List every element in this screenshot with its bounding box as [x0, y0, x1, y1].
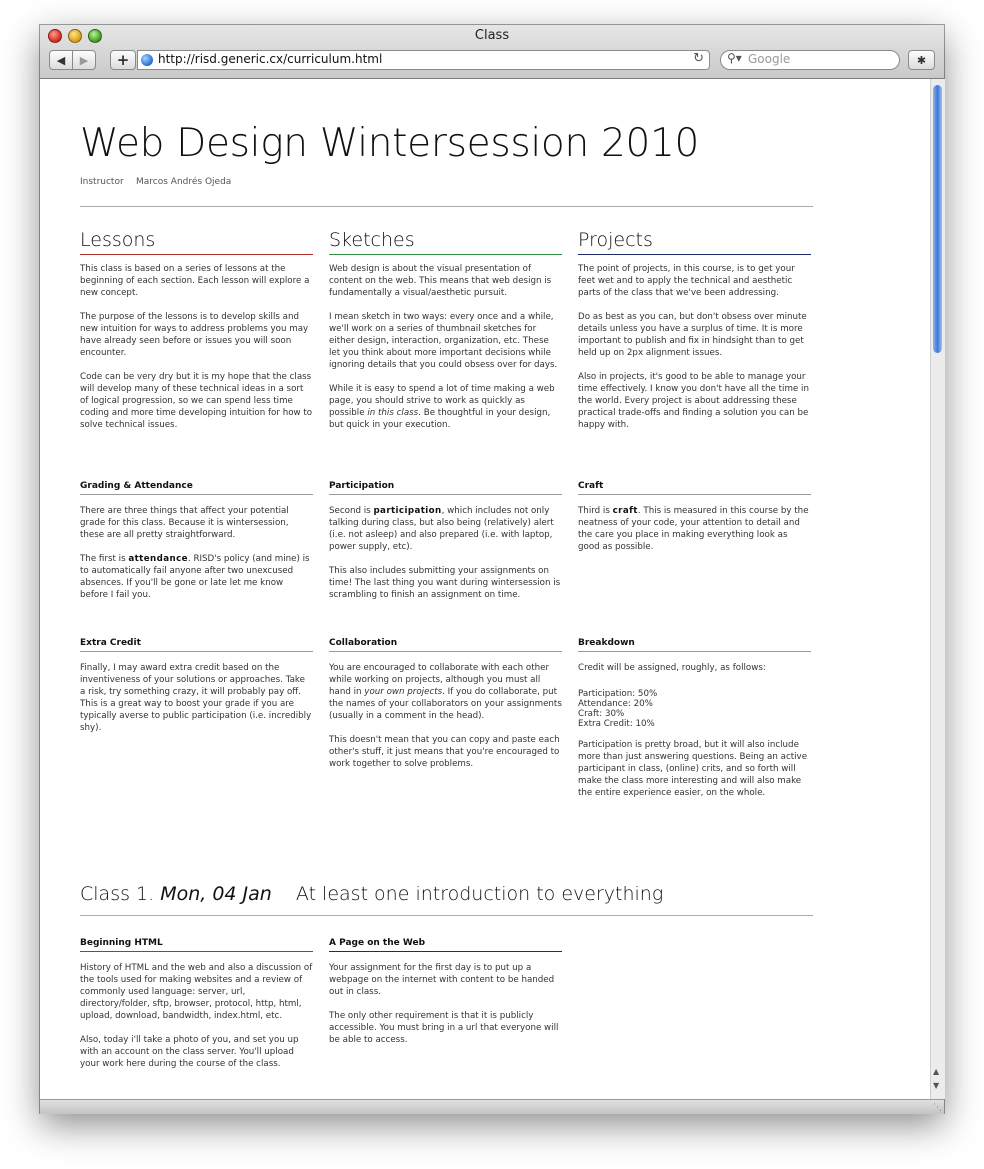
lessons-heading: Lessons [80, 229, 313, 255]
sketches-emphasis: in this class [367, 408, 419, 418]
craft-strong: craft [612, 506, 638, 516]
class-number: Class 1. [80, 883, 155, 905]
class-1-heading: Class 1. Mon, 04 Jan At least one introd… [80, 883, 663, 905]
participation-section: Participation Second is participation, w… [329, 481, 562, 613]
sketches-paragraph: While it is easy to spend a lot of time … [329, 383, 562, 431]
collaboration-section: Collaboration You are encouraged to coll… [329, 638, 562, 782]
projects-section: Projects The point of projects, in this … [578, 229, 811, 443]
beginning-html-heading: Beginning HTML [80, 938, 313, 952]
grading-strong: attendance [128, 554, 188, 564]
projects-heading: Projects [578, 229, 811, 255]
page-title: Web Design Wintersession 2010 [80, 121, 700, 166]
collaboration-heading: Collaboration [329, 638, 562, 652]
craft-text: Third is [578, 506, 613, 516]
forward-arrow-icon: ▶ [79, 54, 89, 67]
beginning-html-paragraph: Also, today i'll take a photo of you, an… [80, 1035, 299, 1069]
scroll-down-arrow-icon[interactable]: ▼ [933, 1081, 939, 1090]
search-icon: ⚲▾ [727, 51, 742, 65]
grading-heading: Grading & Attendance [80, 481, 313, 495]
class-date: Mon, 04 Jan [160, 883, 272, 905]
participation-heading: Participation [329, 481, 562, 495]
scrollbar-thumb[interactable] [933, 85, 942, 353]
instructor-name: Marcos Andrés Ojeda [136, 177, 232, 187]
page-viewport: Web Design Wintersession 2010 Instructor… [40, 79, 930, 1099]
extra-credit-paragraph: Finally, I may award extra credit based … [80, 663, 312, 733]
address-bar[interactable]: http://risd.generic.cx/curriculum.html ↻ [137, 50, 710, 70]
collaboration-emphasis: your own projects [364, 687, 443, 697]
window-title: Class [474, 28, 510, 43]
craft-paragraph: Third is craft. This is measured in this… [578, 505, 811, 553]
instructor-label: Instructor [80, 177, 124, 187]
back-arrow-icon: ◀ [56, 54, 66, 67]
page-on-web-section: A Page on the Web Your assignment for th… [329, 938, 562, 1058]
back-button[interactable]: ◀ [49, 50, 73, 70]
scroll-up-arrow-icon[interactable]: ▲ [933, 1067, 939, 1076]
grading-section: Grading & Attendance There are three thi… [80, 481, 313, 613]
craft-heading: Craft [578, 481, 811, 495]
craft-section: Craft Third is craft. This is measured i… [578, 481, 811, 565]
projects-paragraph: Do as best as you can, but don't obsess … [578, 312, 807, 358]
breakdown-paragraph: Participation is pretty broad, but it wi… [578, 740, 808, 798]
add-bookmark-button[interactable]: + [110, 50, 136, 70]
extra-credit-section: Extra Credit Finally, I may award extra … [80, 638, 313, 746]
breakdown-item: Attendance: 20% [578, 699, 653, 709]
grading-paragraph: There are three things that affect your … [80, 506, 289, 540]
sketches-section: Sketches Web design is about the visual … [329, 229, 562, 443]
resize-grip-icon[interactable]: ⋱ [933, 1103, 942, 1113]
status-bar: ⋱ [40, 1099, 944, 1114]
globe-icon [141, 54, 153, 66]
search-placeholder[interactable]: Google [748, 52, 790, 66]
page-on-web-paragraph: The only other requirement is that it is… [329, 1011, 559, 1045]
search-field[interactable]: ⚲▾ Google [720, 50, 900, 70]
sketches-paragraph: I mean sketch in two ways: every once an… [329, 312, 558, 370]
lessons-section: Lessons This class is based on a series … [80, 229, 313, 443]
class-1-divider [80, 915, 813, 916]
participation-text: Second is [329, 506, 374, 516]
bug-report-button[interactable]: ✱ [908, 50, 935, 70]
grading-paragraph: The first is attendance. RISD's policy (… [80, 553, 313, 601]
grading-text: The first is [80, 554, 129, 564]
breakdown-heading: Breakdown [578, 638, 811, 652]
browser-window: Class ◀ ▶ + http://risd.generic.cx/curri… [40, 25, 945, 1114]
reload-icon[interactable]: ↻ [693, 51, 704, 66]
collaboration-paragraph: This doesn't mean that you can copy and … [329, 735, 560, 769]
lessons-paragraph: The purpose of the lessons is to develop… [80, 312, 309, 358]
participation-paragraph: This also includes submitting your assig… [329, 566, 561, 600]
participation-strong: participation [373, 506, 442, 516]
page-on-web-paragraph: Your assignment for the first day is to … [329, 963, 555, 997]
lessons-paragraph: Code can be very dry but it is my hope t… [80, 372, 313, 430]
forward-button[interactable]: ▶ [72, 50, 96, 70]
breakdown-item: Extra Credit: 10% [578, 719, 655, 729]
collaboration-paragraph: You are encouraged to collaborate with e… [329, 662, 562, 722]
beginning-html-paragraph: History of HTML and the web and also a d… [80, 963, 313, 1021]
page-on-web-heading: A Page on the Web [329, 938, 562, 952]
class-topic: At least one introduction to everything [295, 883, 664, 905]
participation-paragraph: Second is participation, which includes … [329, 505, 562, 553]
plus-icon: + [116, 51, 130, 69]
breakdown-intro: Credit will be assigned, roughly, as fol… [578, 663, 766, 673]
projects-paragraph: The point of projects, in this course, i… [578, 264, 795, 298]
sketches-paragraph: Web design is about the visual presentat… [329, 264, 552, 298]
beginning-html-section: Beginning HTML History of HTML and the w… [80, 938, 313, 1082]
sketches-heading: Sketches [329, 229, 562, 255]
lessons-paragraph: This class is based on a series of lesso… [80, 264, 310, 298]
projects-paragraph: Also in projects, it's good to be able t… [578, 372, 809, 430]
address-text[interactable]: http://risd.generic.cx/curriculum.html [158, 52, 382, 66]
breakdown-item: Craft: 30% [578, 709, 625, 719]
vertical-scrollbar[interactable]: ▲ ▼ [930, 79, 945, 1099]
browser-toolbar: Class ◀ ▶ + http://risd.generic.cx/curri… [40, 25, 944, 79]
bug-icon: ✱ [916, 54, 927, 67]
breakdown-item: Participation: 50% [578, 689, 658, 699]
breakdown-section: Breakdown Credit will be assigned, rough… [578, 638, 811, 811]
title-divider [80, 206, 813, 207]
extra-credit-heading: Extra Credit [80, 638, 313, 652]
